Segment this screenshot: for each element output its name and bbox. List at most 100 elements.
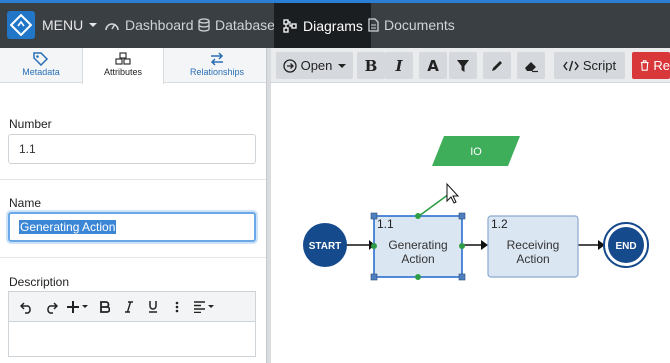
tab-attributes[interactable]: Attributes xyxy=(82,48,164,84)
resize-handle[interactable] xyxy=(458,212,466,220)
script-label: Script xyxy=(582,58,617,73)
description-editor[interactable] xyxy=(8,321,256,357)
tab-attributes-label: Attributes xyxy=(103,67,143,77)
action1-line1: Generating xyxy=(388,238,447,252)
bold-icon xyxy=(100,300,110,313)
italic-button[interactable] xyxy=(117,295,141,319)
action2-line1: Receiving xyxy=(507,238,560,252)
action2-number: 1.2 xyxy=(491,217,508,231)
mouse-cursor-icon xyxy=(446,182,460,204)
connection-point[interactable] xyxy=(415,274,421,280)
connection-point[interactable] xyxy=(459,243,465,249)
italic-icon xyxy=(125,300,133,313)
align-left-icon xyxy=(194,300,214,313)
app-logo[interactable] xyxy=(7,11,35,39)
align-dropdown-button[interactable] xyxy=(189,295,219,319)
resize-handle[interactable] xyxy=(370,273,378,281)
redo-icon xyxy=(47,301,58,314)
connection-point[interactable] xyxy=(415,213,421,219)
io-label: IO xyxy=(470,146,482,158)
redo-button[interactable] xyxy=(39,295,63,319)
menu-label: MENU xyxy=(42,17,84,33)
connection-point[interactable] xyxy=(371,243,377,249)
resize-handle[interactable] xyxy=(458,273,466,281)
undo-button[interactable] xyxy=(15,295,39,319)
name-label: Name xyxy=(9,196,42,210)
nav-database[interactable]: Database xyxy=(198,17,275,33)
description-label: Description xyxy=(9,275,70,289)
nav-dashboard[interactable]: Dashboard xyxy=(104,17,194,33)
underline-button[interactable] xyxy=(141,295,165,319)
italic-button[interactable]: I xyxy=(385,52,413,79)
database-icon xyxy=(198,18,210,32)
diagram-icon xyxy=(283,18,297,33)
underline-icon xyxy=(149,301,157,313)
name-field-selected-text: Generating Action xyxy=(19,220,117,234)
open-dropdown-button[interactable]: Open xyxy=(276,52,353,79)
end-label: END xyxy=(615,241,636,252)
main-menu-button[interactable]: MENU xyxy=(42,17,98,33)
action1-line2: Action xyxy=(401,252,434,266)
dashboard-icon xyxy=(105,23,119,31)
pencil-button[interactable] xyxy=(483,52,511,79)
filter-button[interactable] xyxy=(449,52,477,79)
panel-tabs: Metadata Attributes Relationships xyxy=(0,48,266,84)
number-field[interactable]: 1.1 xyxy=(8,134,256,164)
eraser-icon xyxy=(524,61,538,72)
tag-icon xyxy=(33,52,49,66)
connector-drag-line[interactable] xyxy=(418,193,450,217)
action1-number: 1.1 xyxy=(377,217,394,231)
tab-relationships-label: Relationships xyxy=(189,67,245,77)
nav-database-label: Database xyxy=(215,17,275,33)
open-label: Open xyxy=(300,58,333,73)
action2-line2: Action xyxy=(516,252,549,266)
start-label: START xyxy=(309,241,342,252)
font-color-button[interactable]: A xyxy=(419,52,447,79)
document-icon xyxy=(368,18,379,32)
diagram-toolbar: Open B I A Script Re xyxy=(271,48,670,83)
font-label: A xyxy=(427,56,439,75)
filter-icon xyxy=(457,59,469,72)
chevron-down-icon xyxy=(89,23,98,27)
bold-label: B xyxy=(364,56,378,75)
plus-icon xyxy=(67,300,88,313)
nav-dashboard-label: Dashboard xyxy=(125,17,194,33)
nav-documents[interactable]: Documents xyxy=(368,17,455,33)
logo-diamond-icon xyxy=(10,14,32,36)
name-field[interactable]: Generating Action xyxy=(8,212,256,242)
insert-button[interactable] xyxy=(63,295,93,319)
italic-label: I xyxy=(395,56,403,75)
tab-relationships[interactable]: Relationships xyxy=(176,48,258,83)
divider xyxy=(0,179,266,180)
diagram-drawing: IO START 1.1 Generating Action 1.2 Recei… xyxy=(303,136,649,281)
eraser-button[interactable] xyxy=(517,52,545,79)
tab-metadata[interactable]: Metadata xyxy=(0,48,82,83)
script-button[interactable]: Script xyxy=(554,52,625,79)
arrowhead xyxy=(481,240,488,250)
trash-icon xyxy=(640,60,649,71)
number-label: Number xyxy=(9,117,52,131)
red-action-button[interactable]: Re xyxy=(632,52,670,79)
red-action-label: Re xyxy=(653,58,670,73)
undo-icon xyxy=(20,301,31,314)
properties-panel: Metadata Attributes Relationships Number… xyxy=(0,48,266,363)
pencil-icon xyxy=(492,60,502,71)
diagram-canvas[interactable]: IO START 1.1 Generating Action 1.2 Recei… xyxy=(271,84,670,363)
bold-button[interactable] xyxy=(93,295,117,319)
code-icon xyxy=(563,60,579,71)
nav-diagrams[interactable]: Diagrams xyxy=(274,3,371,48)
swap-icon xyxy=(210,52,224,66)
resize-handle[interactable] xyxy=(370,212,378,220)
more-vertical-icon xyxy=(175,301,179,312)
bold-button[interactable]: B xyxy=(357,52,385,79)
nav-documents-label: Documents xyxy=(384,17,455,33)
chevron-down-icon xyxy=(338,63,347,68)
nav-diagrams-label: Diagrams xyxy=(303,17,363,34)
arrow-circle-right-icon xyxy=(282,58,297,73)
more-options-button[interactable] xyxy=(165,295,189,319)
description-editor-toolbar xyxy=(8,291,256,321)
tab-metadata-label: Metadata xyxy=(22,67,60,77)
divider xyxy=(0,257,266,258)
top-navbar: MENU Dashboard Database Diagrams Documen… xyxy=(0,0,670,48)
cubes-icon xyxy=(115,52,131,65)
